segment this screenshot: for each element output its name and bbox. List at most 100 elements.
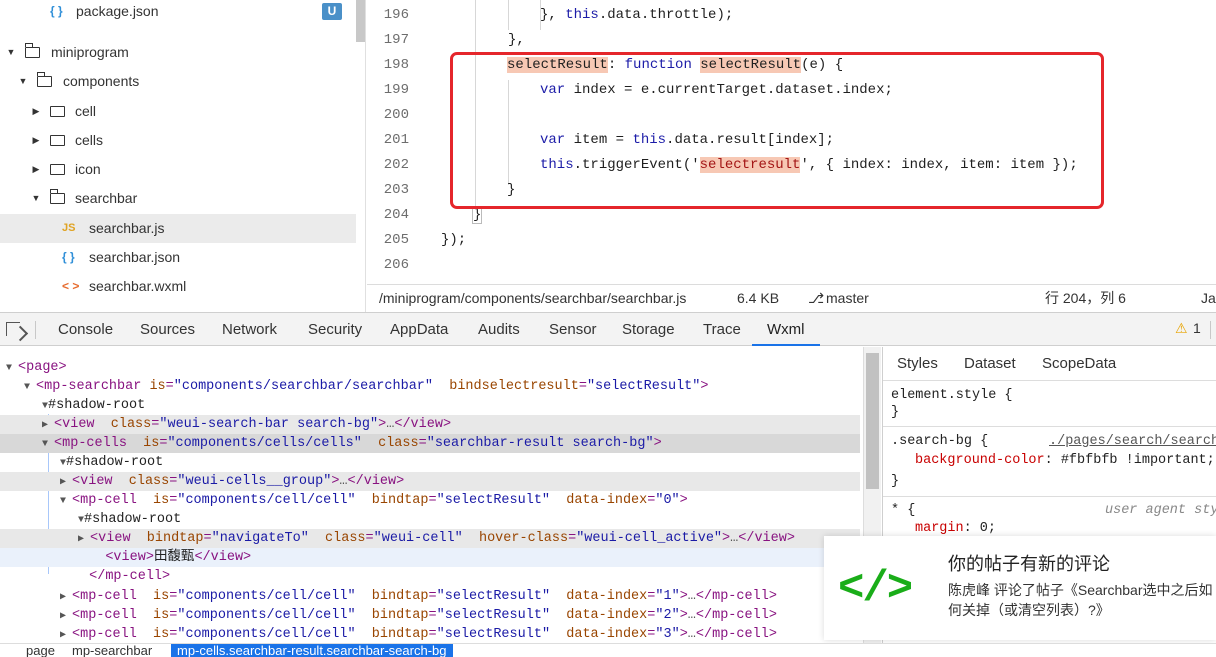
- chevron-right-icon[interactable]: ▶: [30, 97, 42, 126]
- tree-node-mp-cell[interactable]: ▶ <mp-cell is="components/cell/cell" bin…: [0, 587, 860, 606]
- rule-selector[interactable]: .search-bg {: [891, 434, 988, 449]
- scrollbar-thumb[interactable]: [866, 353, 879, 489]
- chevron-down-icon[interactable]: ▼: [5, 38, 17, 67]
- json-icon: { }: [62, 250, 75, 264]
- line-number: 201: [383, 132, 409, 148]
- tree-item-components[interactable]: ▼ components: [0, 67, 356, 96]
- tree-node-shadow-root[interactable]: ▼#shadow-root: [0, 510, 860, 529]
- tree-node-view[interactable]: ▶ <view class="weui-cells__group">…</vie…: [0, 472, 860, 491]
- divider: [883, 426, 1216, 427]
- inspect-element-icon[interactable]: [6, 322, 20, 336]
- rule-source: user agent sty: [1105, 503, 1216, 518]
- tree-node-view[interactable]: ▶ <view bindtap="navigateTo" class="weui…: [0, 529, 860, 548]
- divider: [883, 496, 1216, 497]
- tab-sensor[interactable]: Sensor: [549, 313, 597, 346]
- file-path: /miniprogram/components/searchbar/search…: [379, 290, 687, 306]
- tree-node-mp-cell[interactable]: ▶ <mp-cell is="components/cell/cell" bin…: [0, 625, 860, 643]
- tab-wxml[interactable]: Wxml: [752, 313, 820, 346]
- code-brackets-icon: </>: [838, 564, 913, 614]
- wxml-icon: < >: [62, 279, 80, 293]
- notification-toast[interactable]: </> 你的帖子有新的评论 陈虎峰 评论了帖子《Searchbar选中之后如何关…: [824, 536, 1216, 640]
- warning-count[interactable]: 1: [1193, 320, 1201, 336]
- tree-item-miniprogram[interactable]: ▼ miniprogram: [0, 38, 356, 67]
- tab-dataset[interactable]: Dataset: [964, 347, 1016, 381]
- tree-node-mp-searchbar[interactable]: ▼ <mp-searchbar is="components/searchbar…: [0, 377, 860, 396]
- divider: [35, 321, 36, 339]
- line-number: 200: [383, 107, 409, 123]
- code-line-205: });: [441, 232, 467, 248]
- chevron-down-icon[interactable]: ▼: [30, 184, 42, 213]
- language-mode[interactable]: Ja: [1201, 285, 1216, 311]
- tree-node-shadow-root[interactable]: ▼#shadow-root: [0, 396, 860, 415]
- tab-audits[interactable]: Audits: [478, 313, 520, 346]
- devtools-tab-bar: Console Sources Network Security AppData…: [0, 312, 1216, 346]
- js-icon: JS: [62, 222, 76, 234]
- cursor-position[interactable]: 行 204，列 6: [1045, 285, 1126, 311]
- tree-item-label: searchbar.json: [89, 249, 181, 265]
- git-branch[interactable]: master: [826, 285, 869, 311]
- rule-close: }: [891, 474, 900, 489]
- folder-open-icon: [37, 72, 52, 87]
- tab-trace[interactable]: Trace: [703, 313, 741, 346]
- tree-node-mp-cell[interactable]: ▼ <mp-cell is="components/cell/cell" bin…: [0, 491, 860, 510]
- tab-security[interactable]: Security: [308, 313, 362, 346]
- tree-node-view-text[interactable]: <view>田馥甄</view>: [0, 548, 860, 567]
- line-number: 205: [383, 232, 409, 248]
- file-size: 6.4 KB: [737, 290, 780, 306]
- folder-icon: [50, 164, 65, 175]
- chevron-right-icon[interactable]: ▶: [30, 155, 42, 184]
- tree-item-searchbar-js[interactable]: JS searchbar.js: [0, 214, 356, 243]
- tree-item-icon[interactable]: ▶ icon: [0, 155, 356, 184]
- line-number: 197: [383, 32, 409, 48]
- rule-source-link[interactable]: ./pages/search/search: [1049, 434, 1216, 449]
- tree-item-label: package.json: [76, 3, 159, 19]
- tree-item-label: components: [63, 73, 140, 89]
- status-bar: /miniprogram/components/searchbar/search…: [367, 284, 1216, 311]
- folder-icon: [50, 135, 65, 146]
- tree-item-package-json[interactable]: { } package.json U: [0, 0, 356, 26]
- tree-item-cell[interactable]: ▶ cell: [0, 97, 356, 126]
- tree-item-label: searchbar: [75, 190, 138, 206]
- tree-node-view[interactable]: ▶ <view class="weui-search-bar search-bg…: [0, 415, 860, 434]
- tree-item-searchbar[interactable]: ▼ searchbar: [0, 184, 356, 213]
- breadcrumb: page mp-searchbar mp-cells.searchbar-res…: [0, 643, 1216, 657]
- breadcrumb-item[interactable]: mp-searchbar: [72, 644, 152, 657]
- tree-item-cells[interactable]: ▶ cells: [0, 126, 356, 155]
- tree-node-shadow-root[interactable]: ▼#shadow-root: [0, 453, 860, 472]
- tab-sources[interactable]: Sources: [140, 313, 195, 346]
- tab-network[interactable]: Network: [222, 313, 277, 346]
- element-style-rule[interactable]: element.style {: [891, 388, 1013, 403]
- tab-console[interactable]: Console: [58, 313, 113, 346]
- tab-storage[interactable]: Storage: [622, 313, 675, 346]
- css-declaration[interactable]: background-color: #fbfbfb !important;: [915, 453, 1215, 468]
- tree-node-mp-cell[interactable]: ▶ <mp-cell is="components/cell/cell" bin…: [0, 606, 860, 625]
- chevron-right-icon[interactable]: ▶: [30, 126, 42, 155]
- tree-node-mp-cells[interactable]: ▼ <mp-cells is="components/cells/cells" …: [0, 434, 860, 453]
- folder-icon: [50, 106, 65, 117]
- breadcrumb-item[interactable]: page: [26, 644, 55, 657]
- folder-open-icon: [50, 189, 65, 204]
- tab-styles[interactable]: Styles: [897, 347, 938, 381]
- folder-open-icon: [25, 43, 40, 58]
- css-declaration[interactable]: margin: 0;: [915, 521, 996, 536]
- rule-selector[interactable]: * {: [891, 503, 915, 518]
- warning-icon[interactable]: ⚠: [1175, 320, 1188, 337]
- tree-node-close-mp-cell[interactable]: </mp-cell>: [0, 567, 860, 586]
- chevron-down-icon[interactable]: ▼: [17, 67, 29, 96]
- wxml-tree[interactable]: ▼ <page> ▼ <mp-searchbar is="components/…: [0, 347, 862, 643]
- tab-scopedata[interactable]: ScopeData: [1042, 347, 1116, 381]
- tree-item-searchbar-json[interactable]: { } searchbar.json: [0, 243, 356, 272]
- notification-body: 陈虎峰 评论了帖子《Searchbar选中之后如何关掉（或清空列表）?》: [948, 582, 1213, 618]
- file-tree: { } package.json U ▼ miniprogram ▼ compo…: [0, 0, 366, 312]
- indent-guide: [508, 0, 509, 30]
- code-line-204: }: [471, 206, 483, 224]
- tree-item-label: cell: [75, 103, 97, 119]
- styles-tab-bar: Styles Dataset ScopeData: [883, 347, 1216, 381]
- tree-item-searchbar-wxml[interactable]: < > searchbar.wxml: [0, 272, 356, 301]
- breadcrumb-current[interactable]: mp-cells.searchbar-result.searchbar-sear…: [171, 644, 453, 657]
- tree-node-page[interactable]: ▼ <page>: [0, 358, 860, 377]
- tab-appdata[interactable]: AppData: [390, 313, 448, 346]
- line-number: 202: [383, 157, 409, 173]
- line-number: 206: [383, 257, 409, 273]
- tree-scrollbar[interactable]: [356, 0, 365, 42]
